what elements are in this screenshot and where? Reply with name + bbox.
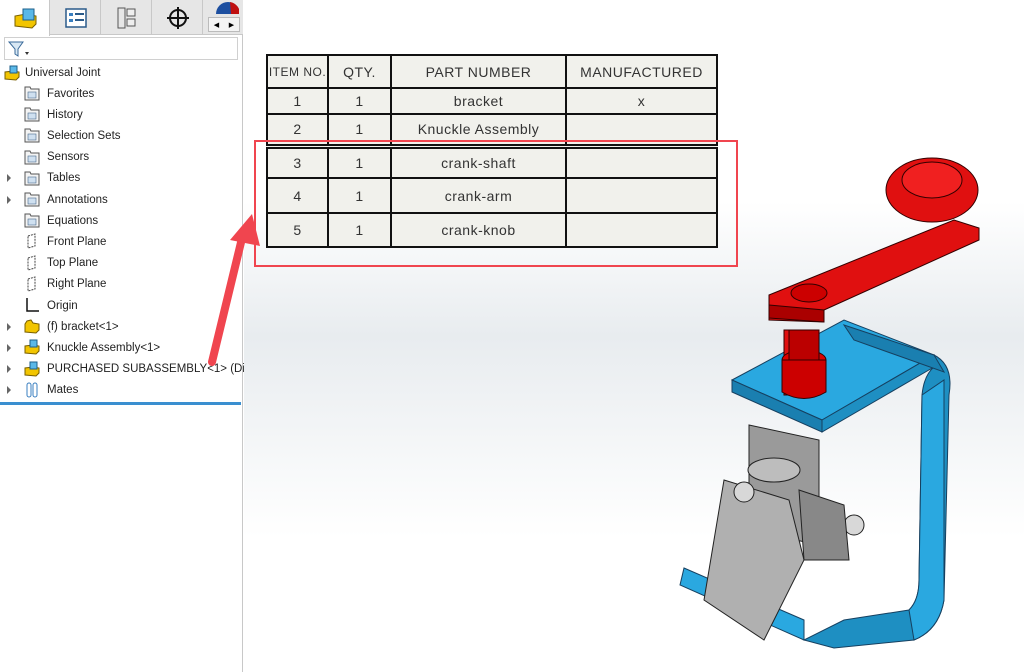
tree-item-label: Front Plane [47,235,107,248]
expand-arrow-icon[interactable] [7,322,11,331]
display-manager-icon [215,2,239,14]
annotations-folder-icon [24,192,40,207]
part-icon [24,319,40,334]
scroll-left-icon[interactable]: ◀ [214,21,219,29]
tab-dimxpert[interactable] [153,0,203,35]
plane-icon [27,254,36,271]
assembly-icon [4,65,20,81]
expand-arrow-icon[interactable] [7,343,11,352]
tree-item[interactable]: Sensors [0,147,243,168]
origin-icon [26,298,39,312]
tree-item[interactable]: Tables [0,168,243,189]
tree-item[interactable]: History [0,104,243,125]
tab-display-manager[interactable]: ◀ ▶ [204,0,243,35]
tree-item-label: Tables [47,172,81,185]
rollback-bar[interactable] [0,402,241,405]
property-manager-icon [64,7,87,28]
plane-icon [27,276,36,292]
expand-arrow-icon[interactable] [7,365,11,374]
tree-item-label: Knuckle Assembly<1> [47,341,161,354]
bom-header-row: ITEM NO. QTY. PART NUMBER MANUFACTURED [266,54,718,89]
tables-folder-icon [24,171,40,186]
tree-item-label: Mates [47,384,79,397]
expand-arrow-icon[interactable] [7,174,11,183]
tree-item-label: Selection Sets [47,129,121,142]
tree-item[interactable]: Selection Sets [0,125,243,146]
scroll-right-icon[interactable]: ▶ [229,21,234,29]
tab-configuration-manager[interactable] [102,0,152,35]
header-item-no: ITEM NO. [266,54,329,89]
panel-tabs: ◀ ▶ [0,0,243,36]
bom-row[interactable]: 1 1 bracket x [266,87,718,115]
manufactured-cell: x [565,87,718,115]
mates-icon [26,382,38,398]
plane-icon [27,233,36,250]
favorites-folder-icon [24,86,40,101]
tree-item-label: Equations [47,214,99,227]
tree-item[interactable]: Favorites [0,83,243,104]
tree-item[interactable]: Mates [0,380,243,401]
tree-item-label: History [47,108,83,121]
configuration-manager-icon [117,7,135,28]
feature-manager-icon [14,8,36,29]
tree-item-label: Top Plane [47,257,99,270]
assembly-icon [24,339,40,355]
tree-item-label: Origin [47,299,78,312]
part-number-cell: bracket [390,87,567,115]
tab-property-manager[interactable] [51,0,101,35]
tab-feature-manager[interactable] [0,0,50,36]
tab-scroll-arrows[interactable]: ◀ ▶ [208,17,240,32]
tree-item-label: Annotations [47,193,108,206]
qty-cell: 1 [327,87,392,115]
tree-root-universal-joint[interactable]: Universal Joint [0,62,243,83]
equations-folder-icon [24,213,40,228]
item-no-cell: 1 [266,87,329,115]
tree-item-label: Favorites [47,87,95,100]
highlight-box [254,140,738,267]
tree-item-label: Right Plane [47,278,107,291]
filter-icon[interactable] [7,39,31,59]
tree-filter[interactable] [4,37,238,60]
history-folder-icon [24,107,40,122]
tree-item[interactable]: Annotations [0,189,243,210]
tree-item-label: Universal Joint [25,66,101,79]
knuckle-assembly-part [703,424,865,641]
selection-sets-folder-icon [24,128,40,143]
tree-item-label: Sensors [47,151,90,164]
sensors-folder-icon [24,150,40,165]
dimxpert-icon [166,6,189,29]
header-part-number: PART NUMBER [390,54,567,89]
header-manufactured: MANUFACTURED [565,54,718,89]
expand-arrow-icon[interactable] [7,195,11,204]
assembly-icon [24,361,40,377]
expand-arrow-icon[interactable] [7,386,11,395]
tree-item-label: (f) bracket<1> [47,320,119,333]
header-qty: QTY. [327,54,392,89]
